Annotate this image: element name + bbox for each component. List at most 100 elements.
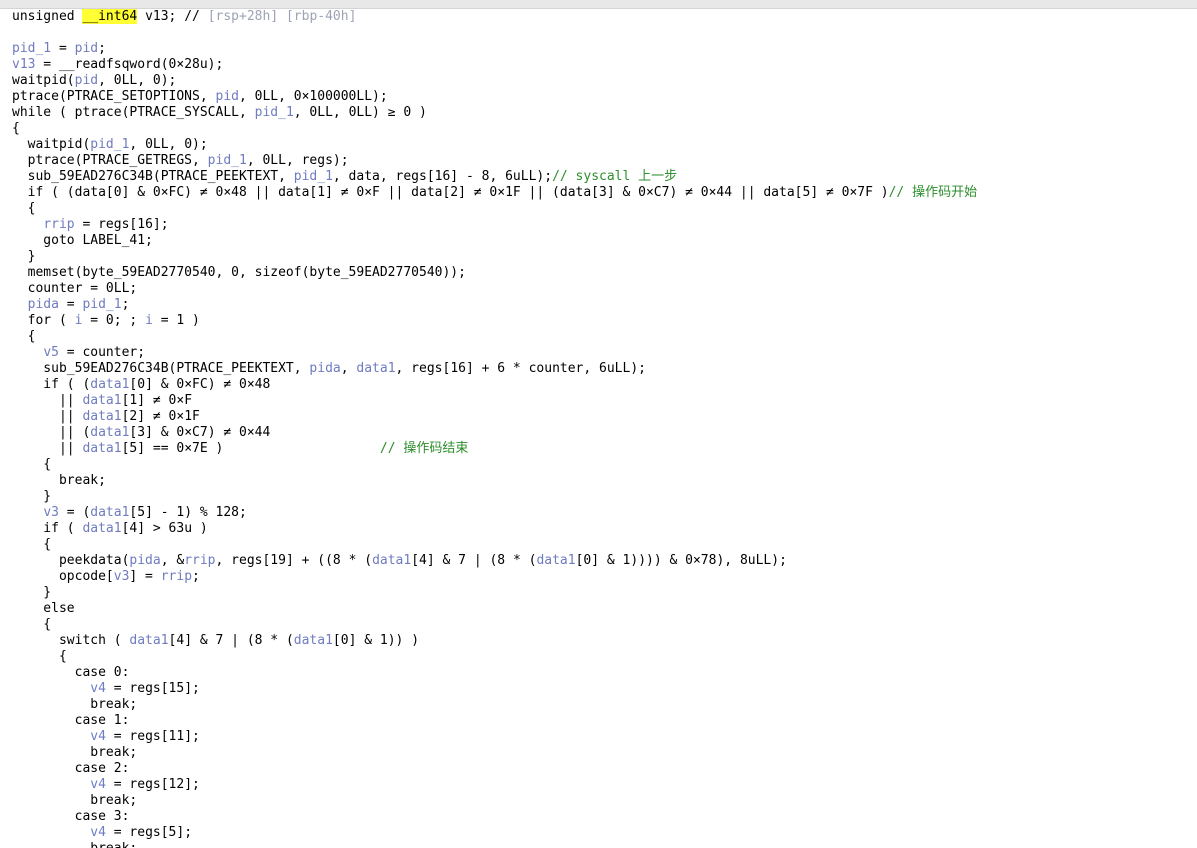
pseudocode-editor[interactable]: char data1[6]; // [rsp+22h] [rbp-46h] BY… <box>0 0 1197 848</box>
code-line[interactable]: peekdata(pida, &rrip, regs[19] + ((8 * (… <box>12 553 977 569</box>
code-line[interactable]: sub_59EAD276C34B(PTRACE_PEEKTEXT, pida , … <box>12 361 977 377</box>
code-line[interactable]: { <box>12 121 977 137</box>
variable-token[interactable]: pid <box>75 41 98 56</box>
variable-token[interactable]: data1 <box>90 425 129 440</box>
code-line[interactable]: v4 = regs[12]; <box>12 777 977 793</box>
code-line[interactable]: } <box>12 585 977 601</box>
code-line[interactable]: break; <box>12 841 977 848</box>
code-token: sub_59EAD276C34B(PTRACE_PEEKTEXT, <box>12 169 294 184</box>
code-token: break; <box>12 697 138 712</box>
variable-token[interactable]: data1 <box>82 409 121 424</box>
code-line[interactable]: pid_1 = pid; <box>12 41 977 57</box>
code-line[interactable]: } <box>12 249 977 265</box>
code-line[interactable]: goto LABEL_41; <box>12 233 977 249</box>
code-token: v13; // <box>137 9 208 24</box>
code-line[interactable]: v4 = regs[11]; <box>12 729 977 745</box>
variable-token[interactable]: v4 <box>90 777 106 792</box>
code-line[interactable]: if ( data1[4] > 63u ) <box>12 521 977 537</box>
variable-token[interactable]: pida <box>28 297 59 312</box>
variable-token[interactable]: data1 <box>90 505 129 520</box>
variable-token[interactable]: rrip <box>43 217 74 232</box>
code-line[interactable]: break; <box>12 697 977 713</box>
code-line[interactable]: || data1[1] ≠ 0×F <box>12 393 977 409</box>
code-line[interactable]: counter = 0LL; <box>12 281 977 297</box>
code-line[interactable]: case 3: <box>12 809 977 825</box>
code-line[interactable]: v4 = regs[5]; <box>12 825 977 841</box>
variable-token[interactable]: data1 <box>82 521 121 536</box>
code-line[interactable]: { <box>12 537 977 553</box>
variable-token[interactable]: pid_1 <box>208 153 247 168</box>
code-line[interactable]: v5 = counter; <box>12 345 977 361</box>
code-line[interactable]: { <box>12 649 977 665</box>
code-line[interactable]: || (data1[3] & 0×C7) ≠ 0×44 <box>12 425 977 441</box>
code-line[interactable]: if ( (data1[0] & 0×FC) ≠ 0×48 <box>12 377 977 393</box>
code-token: break; <box>12 745 138 760</box>
variable-token[interactable]: pid_1 <box>82 297 121 312</box>
variable-token[interactable]: i <box>145 313 153 328</box>
code-line[interactable]: sub_59EAD276C34B(PTRACE_PEEKTEXT, pid_1,… <box>12 169 977 185</box>
variable-token[interactable]: pid <box>75 73 98 88</box>
variable-token[interactable]: data1 <box>536 553 575 568</box>
variable-token[interactable]: v5 <box>43 345 59 360</box>
variable-token[interactable]: data1 <box>82 393 121 408</box>
variable-token[interactable]: v3 <box>114 569 130 584</box>
variable-token[interactable]: pida <box>309 361 340 376</box>
code-line[interactable]: ptrace(PTRACE_GETREGS, pid_1, 0LL, regs)… <box>12 153 977 169</box>
code-line[interactable]: v4 = regs[15]; <box>12 681 977 697</box>
code-line[interactable]: memset(byte_59EAD2770540, 0, sizeof(byte… <box>12 265 977 281</box>
variable-token[interactable]: data1 <box>82 441 121 456</box>
variable-token[interactable]: v4 <box>90 681 106 696</box>
variable-token[interactable]: data1 <box>90 377 129 392</box>
code-line[interactable]: { <box>12 617 977 633</box>
variable-token[interactable]: v4 <box>90 825 106 840</box>
variable-token[interactable]: v3 <box>43 505 59 520</box>
code-line[interactable]: break; <box>12 745 977 761</box>
code-line[interactable]: else <box>12 601 977 617</box>
code-line[interactable]: case 1: <box>12 713 977 729</box>
code-line[interactable]: waitpid(pid_1, 0LL, 0); <box>12 137 977 153</box>
code-line[interactable]: break; <box>12 793 977 809</box>
variable-token[interactable]: data1 <box>294 633 333 648</box>
variable-token[interactable]: data1 <box>356 361 395 376</box>
code-area[interactable]: char data1[6]; // [rsp+22h] [rbp-46h] BY… <box>12 0 977 848</box>
variable-token[interactable]: v13 <box>12 57 35 72</box>
variable-token[interactable]: data1 <box>129 633 168 648</box>
variable-token[interactable]: rrip <box>184 553 215 568</box>
code-line[interactable]: { <box>12 329 977 345</box>
code-line[interactable] <box>12 25 977 41</box>
variable-token[interactable]: pid_1 <box>255 105 294 120</box>
code-line[interactable]: ptrace(PTRACE_SETOPTIONS, pid, 0LL, 0×10… <box>12 89 977 105</box>
code-line[interactable]: || data1[5] == 0×7E ) // 操作码结束 <box>12 441 977 457</box>
variable-token[interactable]: pid_1 <box>90 137 129 152</box>
code-line[interactable]: waitpid(pid, 0LL, 0); <box>12 73 977 89</box>
code-line[interactable]: while ( ptrace(PTRACE_SYSCALL, pid_1, 0L… <box>12 105 977 121</box>
code-line[interactable]: for ( i = 0; ; i = 1 ) <box>12 313 977 329</box>
variable-token[interactable]: pid_1 <box>12 41 51 56</box>
code-line[interactable]: case 2: <box>12 761 977 777</box>
variable-token[interactable]: v4 <box>90 729 106 744</box>
code-token: } <box>12 585 52 600</box>
variable-token[interactable]: pida <box>129 553 160 568</box>
code-line[interactable]: case 0: <box>12 665 977 681</box>
code-line[interactable]: } <box>12 489 977 505</box>
code-line[interactable]: v13 = __readfsqword(0×28u); <box>12 57 977 73</box>
code-line[interactable]: if ( (data[0] & 0×FC) ≠ 0×48 || data[1] … <box>12 185 977 201</box>
variable-token[interactable]: pid_1 <box>294 169 333 184</box>
code-line[interactable]: v3 = (data1[5] - 1) % 128; <box>12 505 977 521</box>
code-line[interactable]: switch ( data1[4] & 7 | (8 * (data1[0] &… <box>12 633 977 649</box>
code-line[interactable]: break; <box>12 473 977 489</box>
code-line[interactable]: unsigned __int64 v13; // [rsp+28h] [rbp-… <box>12 9 977 25</box>
variable-token[interactable]: pid <box>216 89 239 104</box>
code-line[interactable]: || data1[2] ≠ 0×1F <box>12 409 977 425</box>
code-token: unsigned <box>12 9 83 24</box>
code-line[interactable]: rrip = regs[16]; <box>12 217 977 233</box>
code-line[interactable]: opcode[v3] = rrip; <box>12 569 977 585</box>
code-token: while ( ptrace(PTRACE_SYSCALL, <box>12 105 255 120</box>
code-line[interactable]: pida = pid_1; <box>12 297 977 313</box>
code-line[interactable]: { <box>12 201 977 217</box>
variable-token[interactable]: data1 <box>372 553 411 568</box>
horizontal-scrollbar[interactable] <box>0 0 1197 9</box>
code-line[interactable]: { <box>12 457 977 473</box>
variable-token[interactable]: rrip <box>161 569 192 584</box>
code-token: peekdata( <box>12 553 130 568</box>
